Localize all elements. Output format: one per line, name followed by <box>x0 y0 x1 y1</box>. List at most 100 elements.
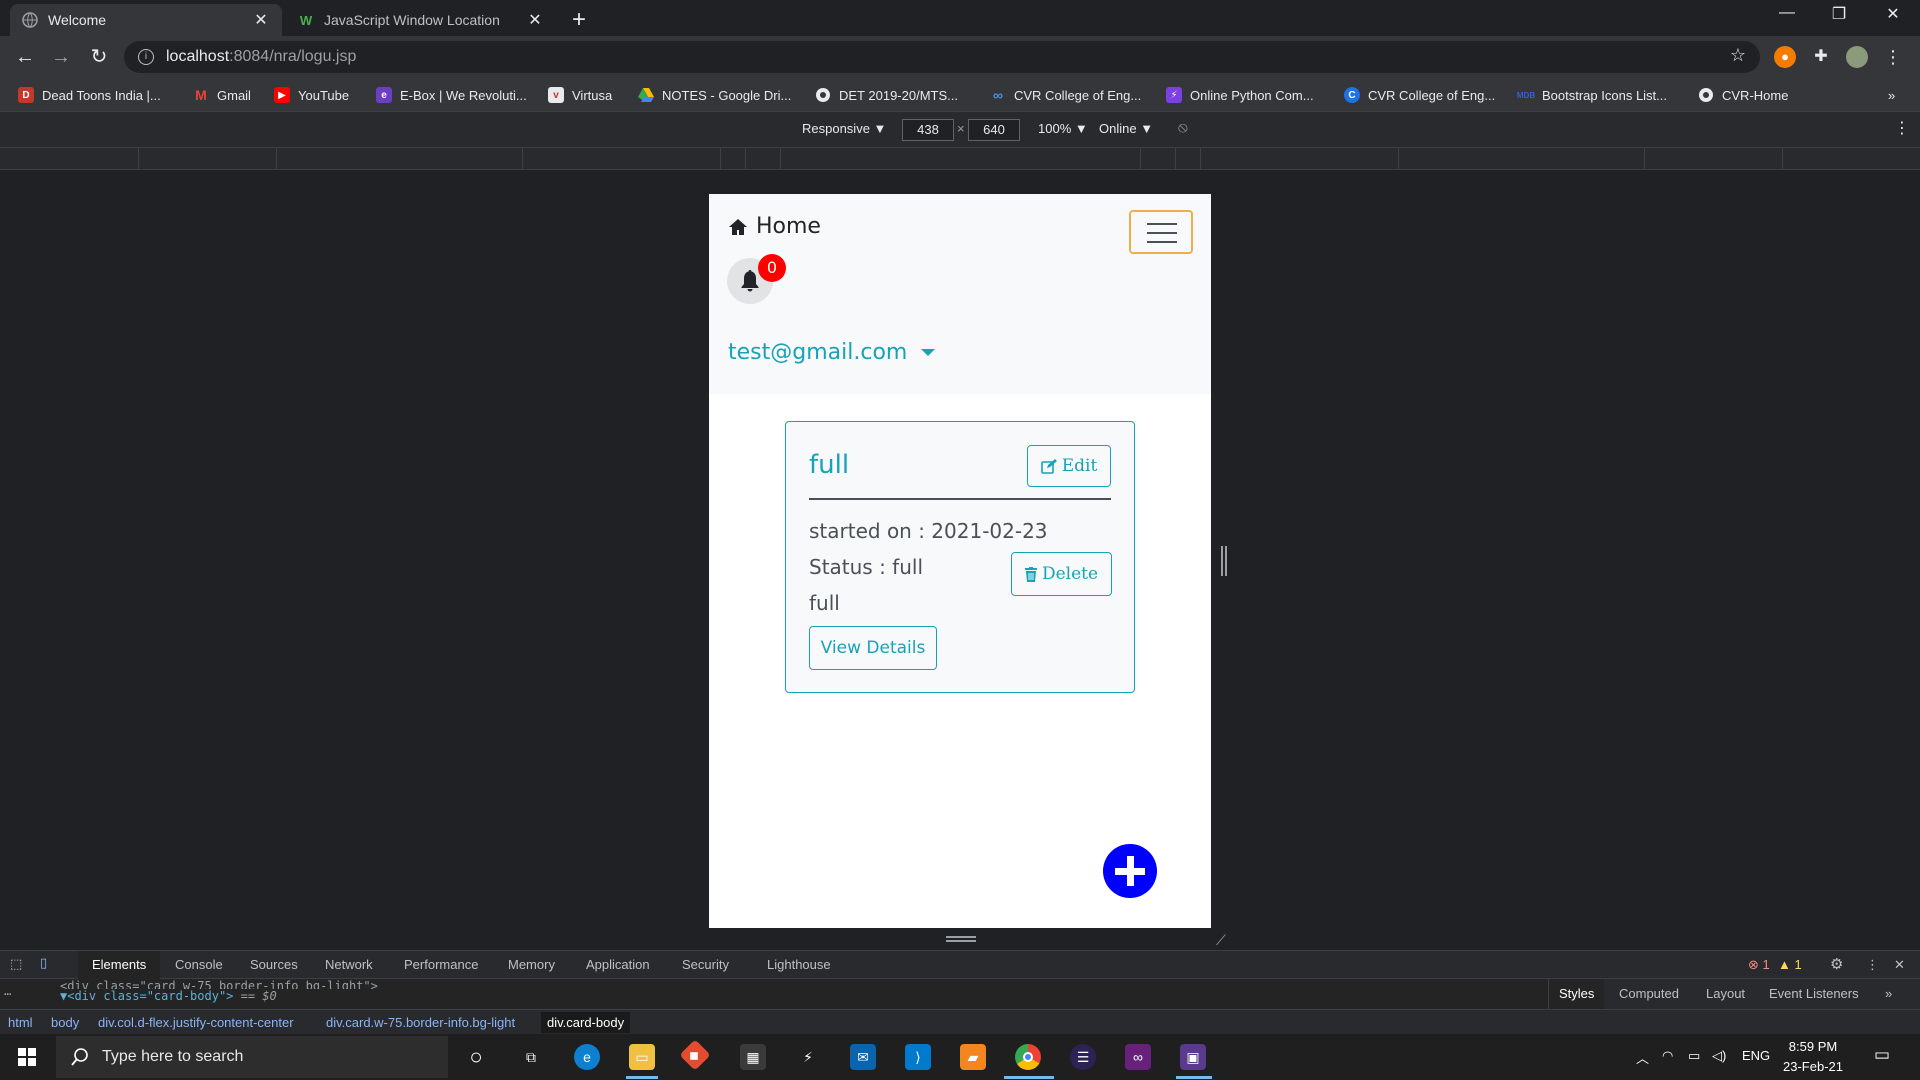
bookmark-item[interactable]: v Virtusa <box>548 85 612 105</box>
git-icon[interactable]: ◆ <box>679 1039 711 1071</box>
devtools-menu-kebab-icon[interactable]: ⋮ <box>1866 957 1879 973</box>
store-icon[interactable]: ▦ <box>740 1044 766 1070</box>
bookmark-item[interactable]: DET 2019-20/MTS... <box>815 85 958 105</box>
bookmark-item[interactable]: CVR-Home <box>1698 85 1788 105</box>
tab-performance[interactable]: Performance <box>404 957 478 972</box>
language-indicator[interactable]: ENG <box>1742 1048 1770 1063</box>
system-clock[interactable]: 8:59 PM 23-Feb-21 <box>1768 1037 1858 1077</box>
chrome-icon[interactable] <box>1015 1044 1041 1070</box>
tab-security[interactable]: Security <box>682 957 729 972</box>
extensions-puzzle-icon[interactable]: ✚ <box>1810 46 1832 68</box>
tab-welcome[interactable]: Welcome ✕ <box>10 4 282 36</box>
viewport-width-input[interactable]: 438 <box>902 119 954 141</box>
app-icon[interactable]: ▣ <box>1180 1044 1206 1070</box>
menu-kebab-icon[interactable]: ⋮ <box>1882 46 1904 68</box>
battery-icon[interactable]: ▭ <box>1688 1048 1700 1064</box>
bookmark-item[interactable]: NOTES - Google Dri... <box>638 85 791 105</box>
sticky-notes-icon[interactable]: ▰ <box>960 1044 986 1070</box>
reload-icon[interactable]: ↻ <box>86 44 112 70</box>
breadcrumb-col[interactable]: div.col.d-flex.justify-content-center <box>98 1015 294 1030</box>
tab-elements[interactable]: Elements <box>78 951 161 979</box>
breadcrumb-html[interactable]: html <box>8 1015 33 1030</box>
minimize-icon[interactable]: — <box>1764 4 1810 22</box>
tab-javascript-window-location[interactable]: W JavaScript Window Location ✕ <box>286 4 556 36</box>
windows-start-icon[interactable] <box>18 1048 36 1066</box>
navbar-toggler-button[interactable] <box>1129 210 1193 254</box>
devtools-close-icon[interactable]: ✕ <box>1894 957 1905 973</box>
viewport-height-input[interactable]: 640 <box>968 119 1020 141</box>
device-menu-kebab-icon[interactable]: ⋮ <box>1894 118 1910 138</box>
eclipse-icon[interactable]: ☰ <box>1070 1044 1096 1070</box>
info-icon[interactable]: i <box>138 49 154 65</box>
taskbar-search-box[interactable]: Type here to search <box>56 1036 448 1078</box>
bookmark-item[interactable]: ▶ YouTube <box>274 85 349 105</box>
volume-icon[interactable]: ◁) <box>1712 1048 1726 1064</box>
vscode-icon[interactable]: ⟩ <box>905 1044 931 1070</box>
tab-sources[interactable]: Sources <box>250 957 298 972</box>
bookmark-item[interactable]: e E-Box | We Revoluti... <box>376 85 527 105</box>
corner-resize-handle-icon[interactable]: ⟋ <box>1216 932 1226 949</box>
bookmark-item[interactable]: C CVR College of Eng... <box>1344 85 1495 105</box>
restore-icon[interactable]: ❐ <box>1816 4 1862 24</box>
tab-layout[interactable]: Layout <box>1706 986 1745 1001</box>
breadcrumb-card-body[interactable]: div.card-body <box>541 1012 631 1033</box>
wifi-icon[interactable]: ◠ <box>1662 1048 1673 1064</box>
zoom-select[interactable]: 100% ▼ <box>1038 121 1088 136</box>
forward-arrow-icon[interactable]: → <box>48 44 74 70</box>
warning-count[interactable]: ▲ 1 <box>1778 957 1802 972</box>
back-arrow-icon[interactable]: ← <box>12 44 38 70</box>
bookmark-star-icon[interactable]: ☆ <box>1730 45 1746 66</box>
error-count[interactable]: ⊗ 1 <box>1748 957 1770 973</box>
view-details-button[interactable]: View Details <box>809 626 937 670</box>
visual-studio-icon[interactable]: ∞ <box>1125 1044 1151 1070</box>
close-window-icon[interactable]: ✕ <box>1870 4 1916 24</box>
new-tab-button[interactable]: + <box>572 6 586 34</box>
dom-line-card[interactable]: <div class="card w-75 border-info bg-lig… <box>60 979 378 989</box>
close-tab-icon[interactable]: ✕ <box>526 10 544 30</box>
cortana-icon[interactable]: ○ <box>463 1044 489 1070</box>
more-tabs-icon[interactable]: » <box>1885 986 1892 1001</box>
inspect-element-icon[interactable]: ⬚ <box>10 956 22 972</box>
file-explorer-icon[interactable]: ▭ <box>629 1044 655 1070</box>
navbar-brand[interactable]: Home <box>728 214 821 239</box>
dom-line-card-body[interactable]: ▼<div class="card-body"> == $0 <box>60 989 277 1003</box>
task-view-icon[interactable]: ⧉ <box>518 1044 544 1070</box>
rotate-icon[interactable]: ⦸ <box>1178 119 1188 136</box>
bookmark-item[interactable]: D Dead Toons India |... <box>18 85 161 105</box>
bookmark-item[interactable]: MDB Bootstrap Icons List... <box>1517 85 1667 105</box>
tab-network[interactable]: Network <box>325 957 373 972</box>
tab-application[interactable]: Application <box>586 957 650 972</box>
close-tab-icon[interactable]: ✕ <box>252 10 270 30</box>
tab-event-listeners[interactable]: Event Listeners <box>1769 986 1859 1001</box>
viewport-width-resize-handle[interactable] <box>1221 546 1227 576</box>
notifications-icon[interactable]: ▭ <box>1874 1045 1890 1065</box>
breadcrumb-card[interactable]: div.card.w-75.border-info.bg-light <box>326 1015 515 1030</box>
add-plus-fab-button[interactable] <box>1103 844 1157 898</box>
bookmark-item[interactable]: ∞ CVR College of Eng... <box>990 85 1141 105</box>
extension-fox-icon[interactable]: ● <box>1774 46 1796 68</box>
ellipsis-icon[interactable]: ⋯ <box>4 987 11 1001</box>
devtools-settings-gear-icon[interactable]: ⚙ <box>1830 955 1843 973</box>
tab-lighthouse[interactable]: Lighthouse <box>767 957 831 972</box>
avatar[interactable] <box>1846 46 1868 68</box>
tab-memory[interactable]: Memory <box>508 957 555 972</box>
bookmark-item[interactable]: M Gmail <box>193 85 251 105</box>
edge-icon[interactable]: e <box>574 1044 600 1070</box>
tab-console[interactable]: Console <box>175 957 223 972</box>
address-bar[interactable]: i localhost:8084/nra/logu.jsp ☆ <box>124 41 1760 73</box>
tab-styles[interactable]: Styles <box>1549 979 1605 1009</box>
device-toggle-icon[interactable]: ▯ <box>40 955 47 971</box>
bookmark-item[interactable]: ⚡ Online Python Com... <box>1166 85 1314 105</box>
show-hidden-icons-icon[interactable]: ︿ <box>1636 1048 1649 1067</box>
viewport-height-resize-handle[interactable] <box>946 936 976 942</box>
delete-button[interactable]: Delete <box>1011 552 1112 596</box>
device-select[interactable]: Responsive ▼ <box>802 121 886 136</box>
mail-icon[interactable]: ✉ <box>850 1044 876 1070</box>
more-bookmarks-icon[interactable]: » <box>1888 85 1895 105</box>
edit-button[interactable]: Edit <box>1027 445 1111 487</box>
network-throttle-select[interactable]: Online ▼ <box>1099 121 1153 136</box>
breadcrumb-body[interactable]: body <box>51 1015 79 1030</box>
user-dropdown[interactable]: test@gmail.com <box>728 340 936 365</box>
tab-computed[interactable]: Computed <box>1619 986 1679 1001</box>
lightning-app-icon[interactable]: ⚡ <box>795 1044 821 1070</box>
